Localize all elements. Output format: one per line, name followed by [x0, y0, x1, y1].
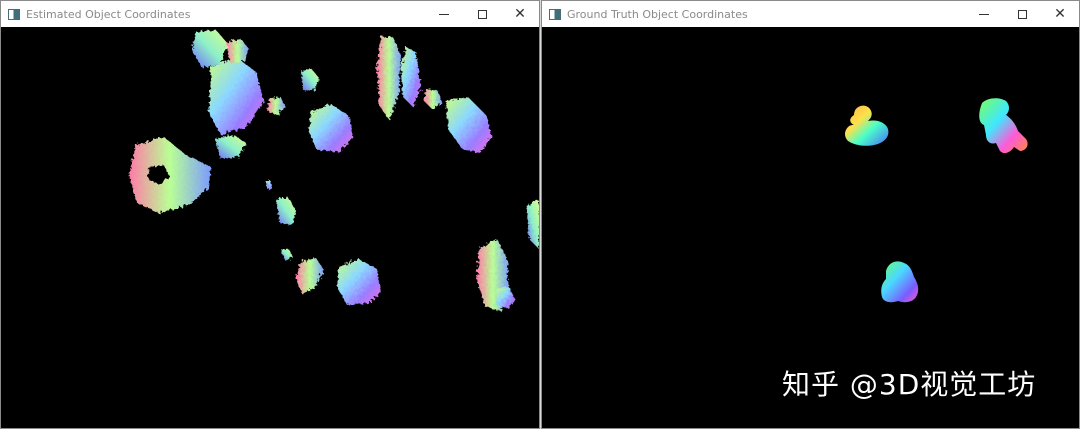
close-button[interactable]: ✕: [1041, 1, 1079, 27]
maximize-button[interactable]: [1003, 1, 1041, 27]
object-blob: [266, 180, 272, 190]
object-blob: [377, 37, 401, 120]
maximize-icon: [1017, 9, 1027, 19]
ground-truth-object: [881, 261, 919, 303]
object-blob: [209, 57, 264, 135]
ground-truth-window: Ground Truth Object Coordinates ✕ 知乎 @3D…: [541, 0, 1080, 429]
window-controls: ✕: [965, 1, 1079, 27]
minimize-button[interactable]: [965, 1, 1003, 27]
watermark: 知乎 @3D视觉工坊: [782, 368, 1037, 401]
estimated-coordinates-image: [1, 27, 539, 428]
object-blob: [301, 68, 319, 90]
window-controls: ✕: [425, 1, 539, 27]
minimize-icon: [979, 13, 989, 15]
object-blob: [446, 97, 492, 153]
object-blob: [337, 259, 381, 305]
minimize-button[interactable]: [425, 1, 463, 27]
object-blob: [226, 39, 249, 63]
ground-truth-coordinates-image: 知乎 @3D视觉工坊: [542, 27, 1079, 428]
window-title: Ground Truth Object Coordinates: [567, 7, 748, 21]
object-blob: [192, 30, 228, 68]
object-blob: [497, 287, 515, 309]
maximize-icon: [477, 9, 487, 19]
object-blob: [527, 199, 539, 249]
object-blob: [267, 97, 285, 115]
app-icon: [8, 8, 20, 20]
minimize-icon: [439, 13, 449, 15]
titlebar[interactable]: Estimated Object Coordinates ✕: [1, 1, 539, 27]
maximize-button[interactable]: [463, 1, 501, 27]
object-blob: [424, 89, 442, 109]
estimated-window: Estimated Object Coordinates ✕: [0, 0, 540, 429]
object-blob: [309, 104, 353, 152]
object-blob: [216, 135, 246, 159]
close-button[interactable]: ✕: [501, 1, 539, 27]
object-blob: [296, 258, 324, 294]
object-blob: [281, 249, 293, 261]
estimated-blobs: [129, 30, 539, 311]
object-blob: [276, 197, 296, 225]
app-icon: [549, 8, 561, 20]
close-icon: ✕: [1054, 6, 1066, 22]
object-blob: [401, 47, 421, 107]
ground-truth-object: [979, 98, 1028, 154]
close-icon: ✕: [514, 6, 526, 22]
ground-truth-object: [845, 105, 889, 146]
object-blob: [129, 137, 211, 213]
titlebar[interactable]: Ground Truth Object Coordinates ✕: [542, 1, 1079, 27]
window-title: Estimated Object Coordinates: [26, 7, 191, 21]
